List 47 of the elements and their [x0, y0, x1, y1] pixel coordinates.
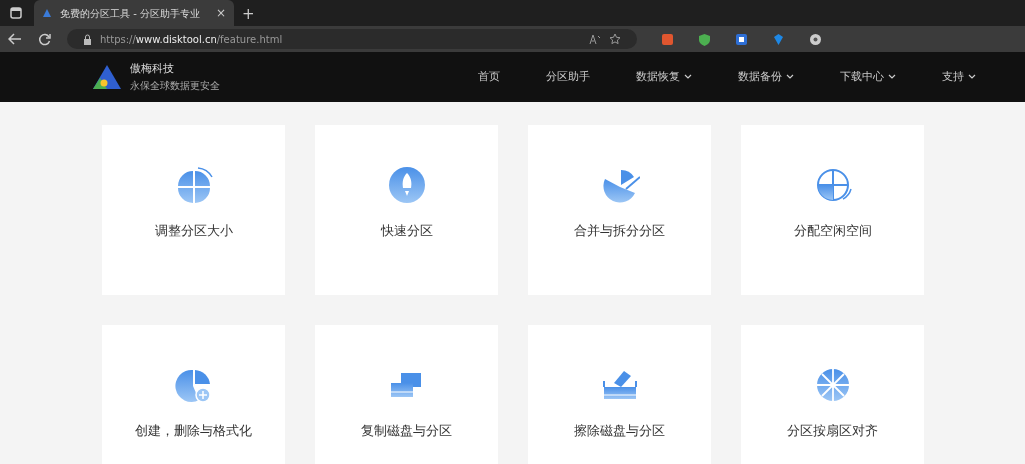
feature-label: 分区按扇区对齐	[787, 422, 878, 440]
window-icon[interactable]	[10, 7, 22, 19]
read-aloud-icon[interactable]	[589, 33, 601, 45]
feature-label: 复制磁盘与分区	[361, 422, 452, 440]
feature-label: 分配空闲空间	[793, 222, 872, 240]
lock-icon	[83, 33, 92, 45]
nav-link[interactable]: 下载中心	[832, 67, 904, 87]
diamond-icon[interactable]	[772, 32, 785, 46]
extension-icon[interactable]	[735, 32, 748, 46]
feature-label: 调整分区大小	[154, 222, 233, 240]
brand-name: 傲梅科技	[130, 61, 175, 78]
nav-link[interactable]: 支持	[934, 67, 984, 87]
nav-link[interactable]: 首页	[470, 67, 508, 87]
address-bar[interactable]: https://www.disktool.cn/feature.html	[67, 29, 637, 49]
nav-link[interactable]: 数据恢复	[628, 67, 700, 87]
feature-label: 快速分区	[380, 222, 433, 240]
browser-tab[interactable]: 免费的分区工具 - 分区助手专业 ×	[34, 0, 234, 26]
site-favicon	[42, 8, 52, 18]
tab-title: 免费的分区工具 - 分区助手专业	[60, 6, 201, 21]
shield-icon[interactable]	[698, 32, 711, 46]
feature-card[interactable]: 快速分区	[315, 125, 498, 295]
feature-card[interactable]: 合并与拆分分区	[528, 125, 711, 295]
feature-label: 创建，删除与格式化	[135, 422, 252, 440]
feature-label: 合并与拆分分区	[574, 222, 665, 240]
reload-icon[interactable]	[38, 32, 51, 46]
chevron-down-icon	[684, 74, 692, 80]
nav-link[interactable]: 数据备份	[730, 67, 802, 87]
extension-icon[interactable]	[809, 32, 822, 46]
url-text: https://www.disktool.cn/feature.html	[100, 32, 284, 47]
rocket-icon	[386, 165, 427, 205]
feature-card[interactable]: 分区按扇区对齐	[741, 325, 924, 464]
back-icon[interactable]	[8, 33, 22, 45]
feature-card[interactable]: 复制磁盘与分区	[315, 325, 498, 464]
feature-card[interactable]: 调整分区大小	[102, 125, 285, 295]
feature-label: 擦除磁盘与分区	[574, 422, 665, 440]
chevron-down-icon	[968, 74, 976, 80]
feature-card[interactable]: 分配空闲空间	[741, 125, 924, 295]
brand-slogan: 永保全球数据更安全	[130, 78, 220, 93]
tab-close-button[interactable]: ×	[215, 4, 226, 22]
logo-icon	[92, 64, 122, 90]
feature-card[interactable]: 创建，删除与格式化	[102, 325, 285, 464]
chevron-down-icon	[786, 74, 794, 80]
star-icon[interactable]	[609, 33, 621, 45]
new-tab-button[interactable]: +	[234, 1, 263, 26]
feature-card[interactable]: 擦除磁盘与分区	[528, 325, 711, 464]
nav-link[interactable]: 分区助手	[538, 67, 598, 87]
chevron-down-icon	[888, 74, 896, 80]
